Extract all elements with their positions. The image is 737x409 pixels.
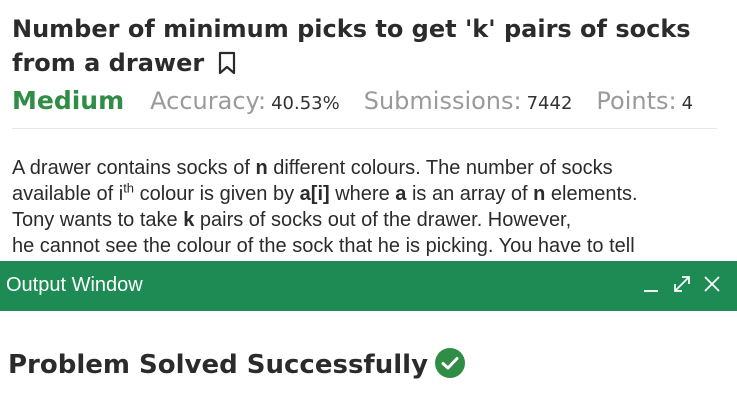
difficulty-badge: Medium — [12, 86, 125, 115]
success-message-row: Problem Solved Successfully — [8, 347, 466, 380]
desc-bold: k — [183, 209, 195, 231]
points-value: 4 — [681, 93, 694, 114]
check-circle-icon — [434, 347, 466, 379]
problem-description: A drawer contains socks of n different c… — [12, 155, 717, 259]
submissions-value: 7442 — [526, 93, 573, 114]
desc-text: where — [329, 183, 396, 205]
output-window-header[interactable]: Output Window — [0, 261, 737, 311]
problem-title-row: Number of minimum picks to get 'k' pairs… — [12, 12, 717, 80]
description-line: Tony wants to take k pairs of socks out … — [12, 207, 717, 233]
points-label: Points: — [596, 87, 677, 115]
problem-panel: Number of minimum picks to get 'k' pairs… — [12, 0, 717, 261]
problem-title: Number of minimum picks to get 'k' pairs… — [12, 15, 691, 77]
desc-text: available of i — [12, 183, 124, 205]
desc-text: Tony wants to take — [12, 209, 184, 231]
expand-icon[interactable] — [670, 272, 694, 296]
desc-bold: a — [395, 183, 407, 205]
desc-text: is an array of — [406, 183, 534, 205]
desc-text: A drawer contains socks of — [12, 157, 256, 179]
bookmark-icon[interactable] — [218, 50, 236, 75]
output-window-body: Problem Solved Successfully — [0, 311, 737, 409]
description-line: available of ith colour is given by a[i]… — [12, 181, 717, 207]
desc-bold: n — [533, 183, 546, 205]
divider — [12, 128, 717, 129]
accuracy-label: Accuracy: — [150, 87, 267, 115]
submissions-label: Submissions: — [363, 87, 522, 115]
problem-meta: Medium Accuracy: 40.53% Submissions: 744… — [12, 86, 717, 116]
desc-superscript: th — [123, 180, 135, 196]
desc-text: pairs of socks out of the drawer. Howeve… — [194, 209, 572, 231]
minimize-icon[interactable] — [640, 272, 664, 296]
desc-bold: n — [255, 157, 268, 179]
desc-text: elements. — [545, 183, 638, 205]
desc-bold: a[i] — [299, 183, 330, 205]
desc-text: different colours. The number of socks — [267, 157, 613, 179]
description-line: A drawer contains socks of n different c… — [12, 155, 717, 181]
accuracy-value: 40.53% — [271, 93, 340, 114]
output-window-title: Output Window — [6, 274, 143, 296]
success-message: Problem Solved Successfully — [8, 350, 429, 380]
description-line: he cannot see the colour of the sock tha… — [12, 235, 635, 257]
close-icon[interactable] — [700, 272, 724, 296]
desc-text: colour is given by — [134, 183, 300, 205]
